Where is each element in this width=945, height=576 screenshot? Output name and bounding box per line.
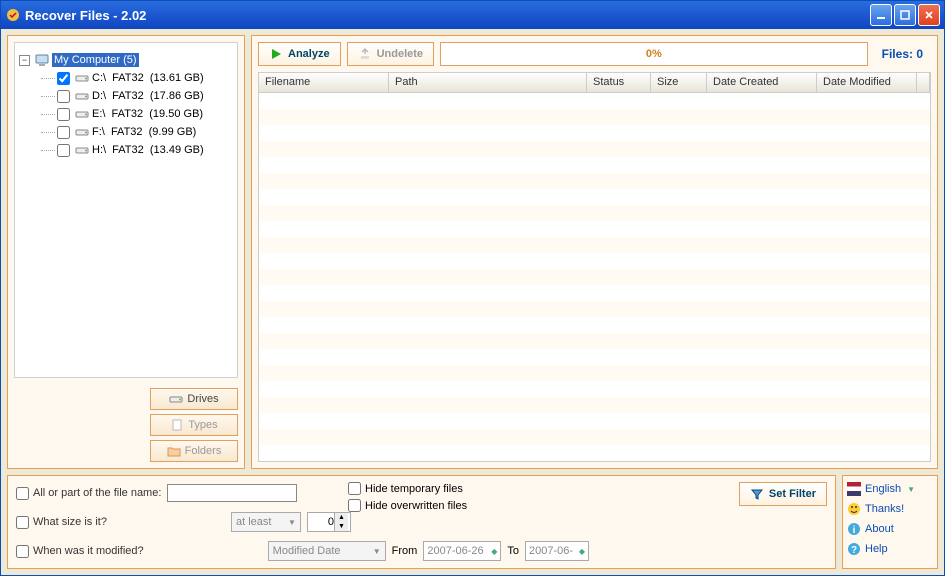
chevron-down-icon: ▼ [288, 518, 296, 527]
drive-check[interactable] [57, 144, 70, 157]
filter-size-label[interactable]: What size is it? [16, 516, 107, 529]
maximize-button[interactable] [894, 4, 916, 26]
drive-label: F:\ FAT32 (9.99 GB) [92, 126, 196, 138]
drive-row[interactable]: C:\ FAT32 (13.61 GB) [41, 69, 233, 87]
modified-date-combo[interactable]: Modified Date▼ [268, 541, 386, 561]
date-to-input[interactable]: 2007-06-◆ [525, 541, 589, 561]
right-panel: Analyze Undelete 0% Files: 0 Filename Pa… [251, 35, 938, 469]
drive-label: C:\ FAT32 (13.61 GB) [92, 72, 204, 84]
close-button[interactable] [918, 4, 940, 26]
spin-icon[interactable]: ◆ [579, 547, 585, 556]
drive-label: H:\ FAT32 (13.49 GB) [92, 144, 204, 156]
link-language[interactable]: English ▼ [847, 482, 933, 496]
drive-label: E:\ FAT32 (19.50 GB) [92, 108, 203, 120]
minimize-button[interactable] [870, 4, 892, 26]
filter-panel: All or part of the file name: What size … [7, 475, 836, 569]
col-date-created[interactable]: Date Created [707, 73, 817, 92]
link-about[interactable]: i About [847, 522, 933, 536]
collapse-icon[interactable]: − [19, 55, 30, 66]
drive-check[interactable] [57, 108, 70, 121]
left-panel: − My Computer (5) C:\ FAT32 (13.61 GB) D:… [7, 35, 245, 469]
drive-row[interactable]: F:\ FAT32 (9.99 GB) [41, 123, 233, 141]
drive-icon [74, 70, 90, 86]
undelete-button[interactable]: Undelete [347, 42, 434, 66]
drive-icon [74, 124, 90, 140]
drive-check[interactable] [57, 72, 70, 85]
filter-icon [750, 487, 764, 501]
to-label: To [507, 545, 519, 557]
chevron-down-icon: ▼ [907, 485, 915, 494]
titlebar[interactable]: Recover Files - 2.02 [1, 1, 944, 29]
drive-icon [74, 88, 90, 104]
drive-row[interactable]: H:\ FAT32 (13.49 GB) [41, 141, 233, 159]
app-icon [5, 7, 21, 23]
svg-text:i: i [853, 525, 856, 536]
size-value-input[interactable] [308, 516, 334, 528]
drive-label: D:\ FAT32 (17.86 GB) [92, 90, 204, 102]
col-spacer [917, 73, 930, 92]
tree-root-node[interactable]: − My Computer (5) [19, 51, 233, 69]
tab-drives[interactable]: Drives [150, 388, 238, 410]
spin-icon[interactable]: ◆ [491, 547, 497, 556]
col-path[interactable]: Path [389, 73, 587, 92]
set-filter-button[interactable]: Set Filter [739, 482, 827, 506]
tab-folders[interactable]: Folders [150, 440, 238, 462]
spin-up-icon[interactable]: ▲ [334, 513, 348, 522]
hide-temp-check[interactable] [348, 482, 361, 495]
drive-icon [169, 392, 183, 406]
from-label: From [392, 545, 418, 557]
info-icon: i [847, 522, 861, 536]
filter-name-label[interactable]: All or part of the file name: [16, 487, 161, 500]
filter-size-check[interactable] [16, 516, 29, 529]
files-count: Files: 0 [874, 47, 931, 61]
hide-over-check[interactable] [348, 499, 361, 512]
links-panel: English ▼ Thanks! i About ? Help [842, 475, 938, 569]
chevron-down-icon: ▼ [373, 547, 381, 556]
drive-icon [74, 142, 90, 158]
col-size[interactable]: Size [651, 73, 707, 92]
size-value-spin[interactable]: ▲▼ [307, 512, 351, 532]
tab-types[interactable]: Types [150, 414, 238, 436]
play-icon [269, 47, 283, 61]
drive-tree[interactable]: − My Computer (5) C:\ FAT32 (13.61 GB) D:… [14, 42, 238, 378]
col-filename[interactable]: Filename [259, 73, 389, 92]
drive-row[interactable]: D:\ FAT32 (17.86 GB) [41, 87, 233, 105]
computer-icon [34, 52, 50, 68]
tree-root-label[interactable]: My Computer (5) [52, 53, 139, 67]
size-mode-combo[interactable]: at least▼ [231, 512, 301, 532]
filter-modified-check[interactable] [16, 545, 29, 558]
results-grid[interactable]: Filename Path Status Size Date Created D… [258, 72, 931, 462]
drive-icon [74, 106, 90, 122]
col-status[interactable]: Status [587, 73, 651, 92]
link-thanks[interactable]: Thanks! [847, 502, 933, 516]
hide-over-label[interactable]: Hide overwritten files [348, 499, 467, 512]
col-date-modified[interactable]: Date Modified [817, 73, 917, 92]
folder-icon [167, 444, 181, 458]
progress-bar: 0% [440, 42, 868, 66]
help-icon: ? [847, 542, 861, 556]
filter-name-check[interactable] [16, 487, 29, 500]
grid-header[interactable]: Filename Path Status Size Date Created D… [259, 73, 930, 93]
date-from-input[interactable]: 2007-06-26◆ [423, 541, 501, 561]
undelete-icon [358, 47, 372, 61]
filter-name-input[interactable] [167, 484, 297, 502]
types-icon [170, 418, 184, 432]
drive-check[interactable] [57, 126, 70, 139]
link-help[interactable]: ? Help [847, 542, 933, 556]
smile-icon [847, 502, 861, 516]
window-title: Recover Files - 2.02 [25, 8, 870, 23]
svg-text:?: ? [851, 545, 857, 556]
drive-check[interactable] [57, 90, 70, 103]
spin-down-icon[interactable]: ▼ [334, 522, 348, 531]
filter-modified-label[interactable]: When was it modified? [16, 545, 144, 558]
flag-us-icon [847, 482, 861, 496]
analyze-button[interactable]: Analyze [258, 42, 341, 66]
drive-row[interactable]: E:\ FAT32 (19.50 GB) [41, 105, 233, 123]
grid-body[interactable] [259, 93, 930, 461]
hide-temp-label[interactable]: Hide temporary files [348, 482, 467, 495]
